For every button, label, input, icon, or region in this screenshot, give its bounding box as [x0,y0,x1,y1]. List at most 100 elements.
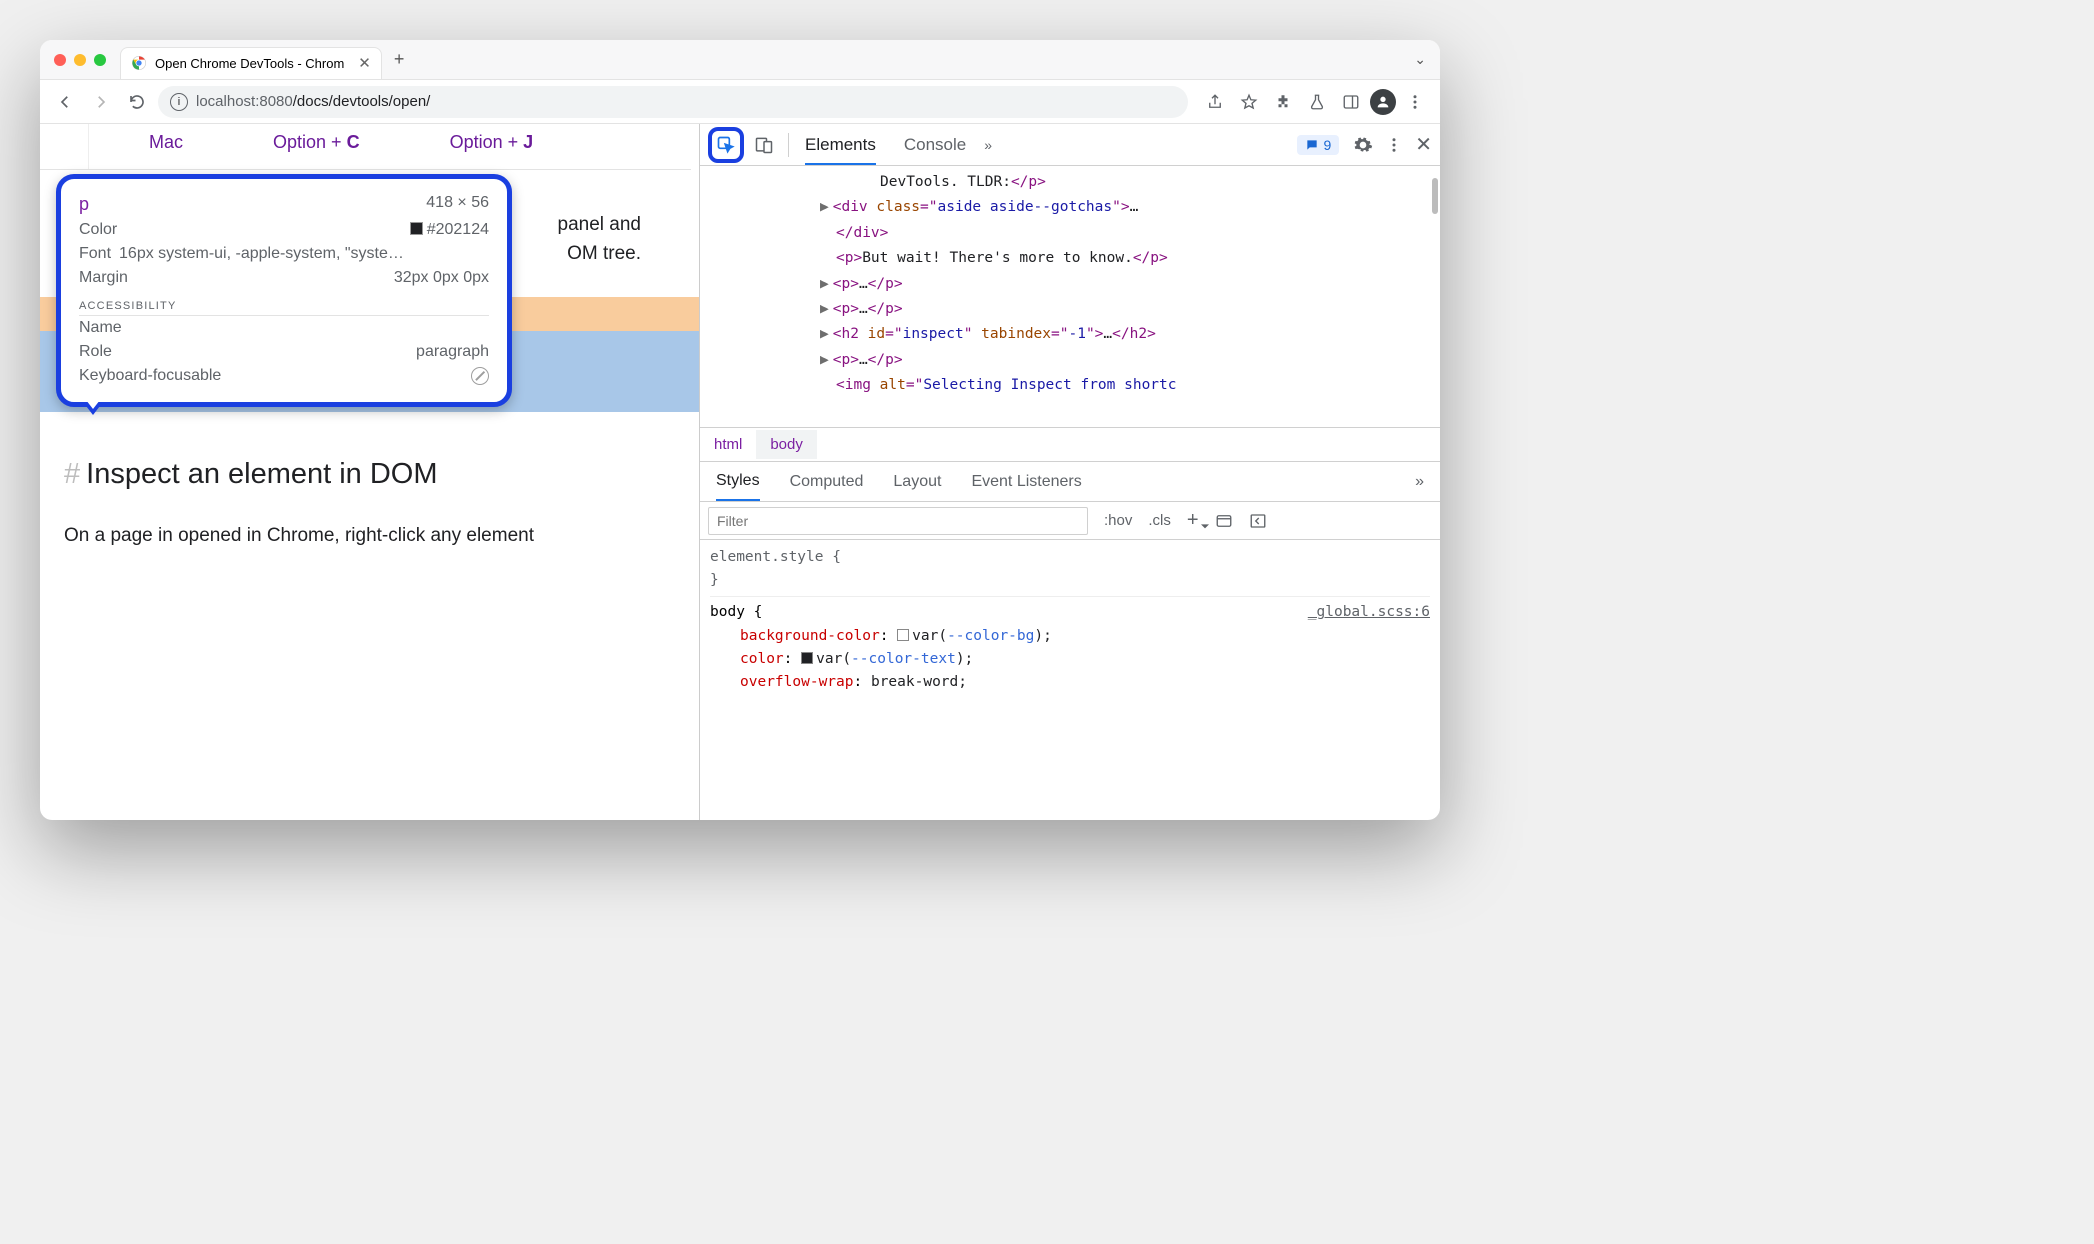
tooltip-row-name: Name [79,316,489,340]
expand-triangle-icon[interactable]: ▶ [820,352,829,368]
toolbar-right [1200,87,1430,117]
dom-node[interactable]: ▶<p>…</p> [820,272,1432,297]
dom-node[interactable]: </div> [820,221,1432,246]
css-rule-body[interactable]: body { _global.scss:6 [710,596,1430,624]
crumb-body[interactable]: body [756,430,817,459]
main-split: Mac Option + C Option + J panel and OM t… [40,124,1440,820]
tab-console[interactable]: Console [904,135,966,155]
color-swatch-icon [410,222,423,235]
browser-toolbar: i localhost:8080/docs/devtools/open/ [40,80,1440,124]
platform-label: Mac [149,132,183,153]
anchor-hash-icon[interactable]: # [64,452,80,497]
window-controls [54,54,106,66]
new-rule-button[interactable]: + [1179,509,1207,532]
expand-triangle-icon[interactable]: ▶ [820,276,829,292]
more-tabs-icon[interactable]: » [984,137,992,153]
body-paragraph: On a page in opened in Chrome, right-cli… [64,521,675,550]
tab-layout[interactable]: Layout [893,473,941,491]
device-toolbar-button[interactable] [750,135,778,155]
tooltip-row-color: Color #202124 [79,218,489,242]
tab-elements[interactable]: Elements [805,135,876,165]
computed-toggle-icon[interactable] [1207,512,1241,530]
tab-computed[interactable]: Computed [790,473,864,491]
extensions-icon[interactable] [1268,87,1298,117]
dom-node[interactable]: <img alt="Selecting Inspect from shortc [820,373,1432,398]
shortcut-option-c: Option + C [273,132,360,153]
site-info-icon[interactable]: i [170,93,188,111]
issues-icon [1305,138,1319,152]
styles-filter-input[interactable] [708,507,1088,535]
sidepanel-icon[interactable] [1336,87,1366,117]
tab-event-listeners[interactable]: Event Listeners [971,473,1081,491]
rendered-page: Mac Option + C Option + J panel and OM t… [40,124,700,820]
expand-triangle-icon[interactable]: ▶ [820,199,829,215]
close-tab-icon[interactable]: ✕ [358,54,371,72]
keyboard-shortcut-row: Mac Option + C Option + J [88,124,699,169]
devtools-toolbar: Elements Console » 9 ✕ [700,124,1440,166]
url-text: localhost:8080/docs/devtools/open/ [196,93,430,110]
browser-window: Open Chrome DevTools - Chrom ✕ + ⌄ i loc… [40,40,1440,820]
device-icon [754,135,774,155]
tooltip-a11y-heading: ACCESSIBILITY [79,300,489,316]
tooltip-row-focusable: Keyboard-focusable [79,364,489,388]
forward-button[interactable] [86,87,116,117]
share-icon[interactable] [1200,87,1230,117]
back-button[interactable] [50,87,80,117]
tooltip-row-role: Roleparagraph [79,340,489,364]
dom-tree[interactable]: DevTools. TLDR:</p> ▶<div class="aside a… [700,166,1440,428]
color-swatch-icon[interactable] [897,629,909,641]
css-declaration[interactable]: background-color: var(--color-bg); [710,625,1430,648]
devtools-tabs: Elements Console [805,135,966,155]
settings-gear-icon[interactable] [1353,135,1373,155]
profile-avatar-icon[interactable] [1370,89,1396,115]
browser-tab[interactable]: Open Chrome DevTools - Chrom ✕ [120,47,382,79]
titlebar: Open Chrome DevTools - Chrom ✕ + ⌄ [40,40,1440,80]
dom-breadcrumbs: html body [700,428,1440,462]
address-bar[interactable]: i localhost:8080/docs/devtools/open/ [158,86,1188,118]
element-style-rule[interactable]: element.style { [710,546,1430,569]
favicon-icon [131,55,147,71]
scrollbar-thumb[interactable] [1432,178,1438,214]
css-declaration[interactable]: color: var(--color-text); [710,648,1430,671]
dom-node[interactable]: ▶<p>…</p> [820,348,1432,373]
tooltip-dimensions: 418 × 56 [426,194,489,215]
more-styles-tabs-icon[interactable]: » [1415,473,1424,491]
tooltip-element-tag: p [79,194,89,215]
inspector-tooltip: p 418 × 56 Color #202124 Font 16px syste… [56,174,512,407]
labs-icon[interactable] [1302,87,1332,117]
styles-rules[interactable]: element.style { } body { _global.scss:6 … [700,540,1440,820]
bookmark-star-icon[interactable] [1234,87,1264,117]
styles-toolbar: :hov .cls + [700,502,1440,540]
reload-button[interactable] [122,87,152,117]
inspect-element-button[interactable] [708,127,744,163]
expand-triangle-icon[interactable]: ▶ [820,326,829,342]
expand-triangle-icon[interactable]: ▶ [820,301,829,317]
dom-node-selected[interactable]: ▶<p>…</p> [820,297,1432,322]
color-swatch-icon[interactable] [801,652,813,664]
crumb-html[interactable]: html [700,430,756,459]
hov-toggle[interactable]: :hov [1096,512,1140,529]
tooltip-row-margin: Margin 32px 0px 0px [79,266,489,290]
css-declaration[interactable]: overflow-wrap: break-word; [710,671,1430,694]
styles-pane-tabs: Styles Computed Layout Event Listeners » [700,462,1440,502]
maximize-window-button[interactable] [94,54,106,66]
close-window-button[interactable] [54,54,66,66]
tab-list-dropdown-icon[interactable]: ⌄ [1414,51,1426,68]
new-tab-button[interactable]: + [394,49,405,70]
issues-badge[interactable]: 9 [1297,135,1339,155]
tab-title: Open Chrome DevTools - Chrom [155,56,344,71]
dom-node[interactable]: DevTools. TLDR:</p> [820,170,1432,195]
devtools-kebab-icon[interactable] [1385,136,1403,154]
tab-styles[interactable]: Styles [716,472,760,501]
dom-node[interactable]: ▶<h2 id="inspect" tabindex="-1">…</h2> [820,322,1432,347]
source-link[interactable]: _global.scss:6 [1308,601,1430,624]
close-devtools-icon[interactable]: ✕ [1415,132,1432,157]
dom-node[interactable]: ▶<div class="aside aside--gotchas">… [820,195,1432,220]
divider [788,133,789,157]
toggle-sidebar-icon[interactable] [1241,512,1275,530]
dom-node[interactable]: <p>But wait! There's more to know.</p> [820,246,1432,271]
minimize-window-button[interactable] [74,54,86,66]
cls-toggle[interactable]: .cls [1140,512,1179,529]
devtools-panel: Elements Console » 9 ✕ DevTools. TLDR:</… [700,124,1440,820]
kebab-menu-icon[interactable] [1400,87,1430,117]
